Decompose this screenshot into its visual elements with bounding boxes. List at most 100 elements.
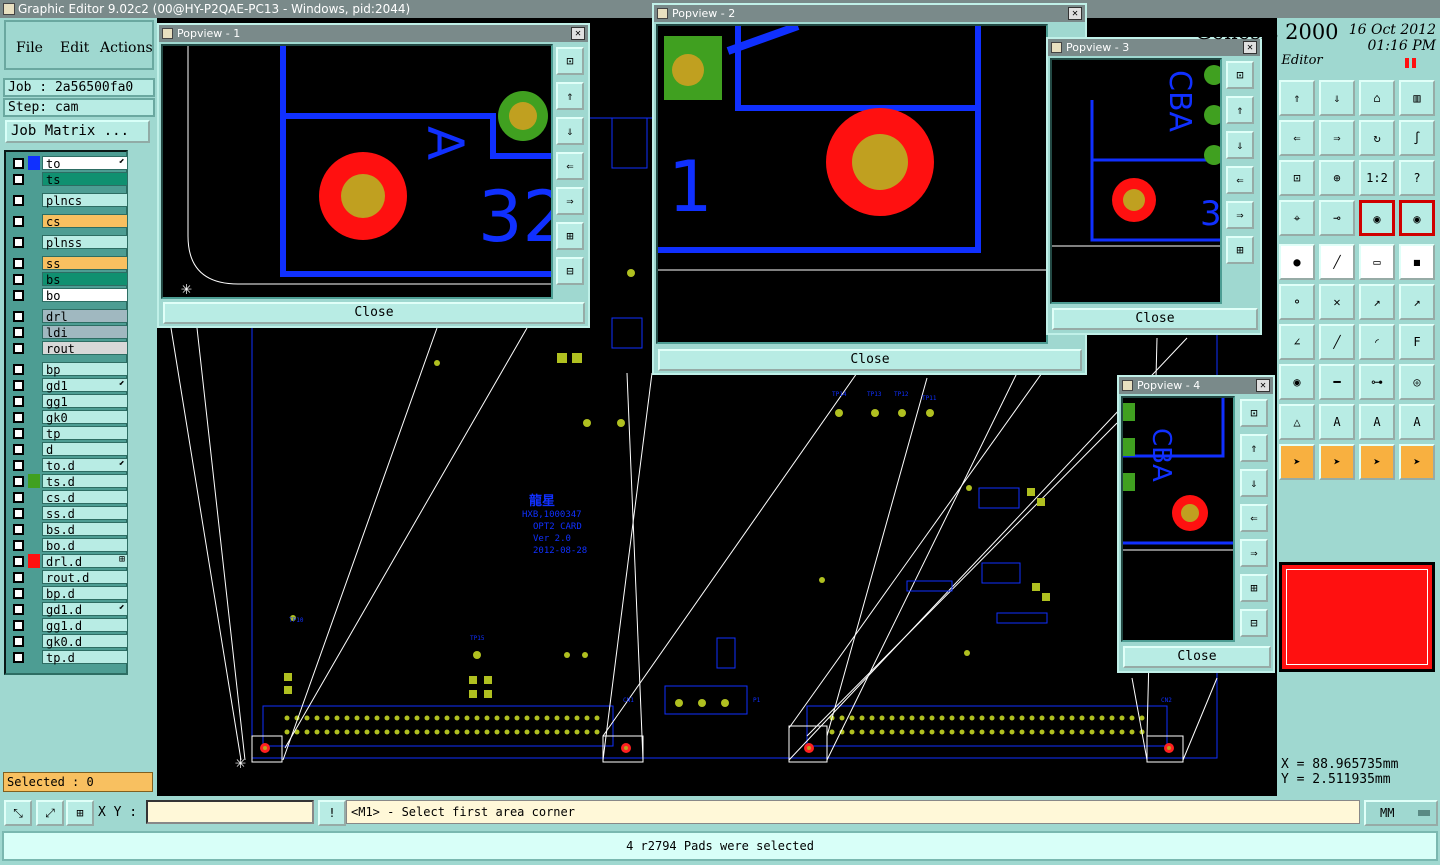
layer-name[interactable]: cs: [42, 214, 128, 229]
mirror-icon[interactable]: ∫: [1399, 120, 1435, 156]
layer-name[interactable]: bs.d: [42, 522, 128, 537]
overlay-icon[interactable]: ◎: [1399, 364, 1435, 400]
layer-row-tp-d[interactable]: tp.d: [9, 650, 128, 665]
p4-zoom-in-icon[interactable]: ⊞: [1240, 574, 1268, 602]
p1-zoom-in-icon[interactable]: ⊞: [556, 222, 584, 250]
layer-row-ss-d[interactable]: ss.d: [9, 506, 128, 521]
layer-name[interactable]: bp: [42, 362, 128, 377]
triangle-icon[interactable]: △: [1279, 404, 1315, 440]
layer-row-to-d[interactable]: to.d ⬋: [9, 458, 128, 473]
layer-row-cs-d[interactable]: cs.d: [9, 490, 128, 505]
layer-checkbox[interactable]: [13, 258, 24, 269]
layer-name[interactable]: gk0: [42, 410, 128, 425]
p4-pan-right-icon[interactable]: ⇒: [1240, 539, 1268, 567]
home-up-icon[interactable]: ⇑: [1279, 80, 1315, 116]
p4-pan-down-icon[interactable]: ⇓: [1240, 469, 1268, 497]
layer-row-bp[interactable]: bp: [9, 362, 128, 377]
layer-checkbox[interactable]: [13, 492, 24, 503]
pan-left-icon[interactable]: ⇐: [1279, 120, 1315, 156]
p1-pan-left-icon[interactable]: ⇐: [556, 152, 584, 180]
layer-name[interactable]: plnss: [42, 235, 128, 250]
popview-1[interactable]: Popview - 1 ✕ A 32 ✳ ⊡ ⇑ ⇓ ⇐ ⇒ ⊞ ⊟ Close: [157, 23, 590, 328]
layer-checkbox[interactable]: [13, 524, 24, 535]
layer-name[interactable]: ss: [42, 256, 128, 271]
move-pad-icon[interactable]: ↗: [1359, 284, 1395, 320]
layer-row-ts[interactable]: ts: [9, 172, 128, 187]
zoom-icon[interactable]: ⊕: [1319, 160, 1355, 196]
pad-blue-icon[interactable]: ◉: [1399, 200, 1435, 236]
layer-row-gd1[interactable]: gd1 ⬋: [9, 378, 128, 393]
help-icon[interactable]: ?: [1399, 160, 1435, 196]
measure-icon[interactable]: ⊸: [1319, 200, 1355, 236]
fit-icon[interactable]: ⊡: [1279, 160, 1315, 196]
layer-row-rout[interactable]: rout: [9, 341, 128, 356]
layer-name[interactable]: ss.d: [42, 506, 128, 521]
layer-name[interactable]: d: [42, 442, 128, 457]
layer-checkbox[interactable]: [13, 327, 24, 338]
layer-name[interactable]: to.d: [42, 458, 128, 473]
p1-zoom-out-icon[interactable]: ⊟: [556, 257, 584, 285]
layer-row-plncs[interactable]: plncs: [9, 193, 128, 208]
layer-checkbox[interactable]: [13, 460, 24, 471]
layer-checkbox[interactable]: [13, 396, 24, 407]
popview-3-close-button[interactable]: Close: [1052, 308, 1258, 330]
popview-3-view[interactable]: CBA 3: [1050, 58, 1222, 304]
p1-pan-right-icon[interactable]: ⇒: [556, 187, 584, 215]
layer-checkbox[interactable]: [13, 604, 24, 615]
layer-row-gk0-d[interactable]: gk0.d: [9, 634, 128, 649]
layer-checkbox[interactable]: [13, 428, 24, 439]
layer-row-cs[interactable]: cs: [9, 214, 128, 229]
layer-row-to[interactable]: to ⬋: [9, 156, 128, 171]
layer-row-bo-d[interactable]: bo.d: [9, 538, 128, 553]
layer-name[interactable]: gg1.d: [42, 618, 128, 633]
layer-name[interactable]: gd1.d: [42, 602, 128, 617]
layer-name[interactable]: ldi: [42, 325, 128, 340]
layer-name[interactable]: tp: [42, 426, 128, 441]
layer-row-ss[interactable]: ss: [9, 256, 128, 271]
layer-checkbox[interactable]: [13, 311, 24, 322]
cursor-net-icon[interactable]: ➤: [1399, 444, 1435, 480]
pan-right-icon[interactable]: ⇒: [1319, 120, 1355, 156]
p3-pan-left-icon[interactable]: ⇐: [1226, 166, 1254, 194]
p4-pan-left-icon[interactable]: ⇐: [1240, 504, 1268, 532]
layer-checkbox[interactable]: [13, 195, 24, 206]
layer-name[interactable]: plncs: [42, 193, 128, 208]
layer-checkbox[interactable]: [13, 540, 24, 551]
p3-zoom-home-icon[interactable]: ⊡: [1226, 61, 1254, 89]
layer-name[interactable]: gg1: [42, 394, 128, 409]
popview-1-close-x-icon[interactable]: ✕: [571, 27, 585, 40]
layer-name[interactable]: rout.d: [42, 570, 128, 585]
text-a2-icon[interactable]: A: [1359, 404, 1395, 440]
layer-name[interactable]: bp.d: [42, 586, 128, 601]
layer-row-gg1-d[interactable]: gg1.d: [9, 618, 128, 633]
p1-zoom-home-icon[interactable]: ⊡: [556, 47, 584, 75]
layer-row-drl-d[interactable]: drl.d ⊞: [9, 554, 128, 569]
home-icon[interactable]: ⌂: [1359, 80, 1395, 116]
layer-checkbox[interactable]: [13, 412, 24, 423]
layer-name[interactable]: ts.d: [42, 474, 128, 489]
p4-pan-up-icon[interactable]: ⇑: [1240, 434, 1268, 462]
cursor-icon[interactable]: ➤: [1279, 444, 1315, 480]
p3-pan-right-icon[interactable]: ⇒: [1226, 201, 1254, 229]
layer-row-gg1[interactable]: gg1: [9, 394, 128, 409]
layer-checkbox[interactable]: [13, 364, 24, 375]
p3-pan-down-icon[interactable]: ⇓: [1226, 131, 1254, 159]
layer-checkbox[interactable]: [13, 343, 24, 354]
popview-3[interactable]: Popview - 3 ✕ CBA 3 ⊡ ⇑ ⇓ ⇐ ⇒ ⊞ Close: [1046, 37, 1262, 335]
snap-mode-icon[interactable]: ⤡: [4, 800, 32, 826]
text-a-icon[interactable]: A: [1319, 404, 1355, 440]
menu-file[interactable]: File: [16, 40, 43, 56]
alert-icon[interactable]: !: [318, 800, 346, 826]
layer-checkbox[interactable]: [13, 652, 24, 663]
popview-2-view[interactable]: 1: [656, 24, 1048, 344]
popview-4[interactable]: Popview - 4 ✕ CBA ⊡ ⇑ ⇓ ⇐ ⇒ ⊞ ⊟ Close: [1117, 375, 1275, 673]
layer-checkbox[interactable]: [13, 636, 24, 647]
layer-checkbox[interactable]: [13, 556, 24, 567]
layer-row-d[interactable]: d: [9, 442, 128, 457]
slash-icon[interactable]: ╱: [1319, 324, 1355, 360]
popview-2[interactable]: Popview - 2 ✕ 1 Close: [652, 3, 1087, 375]
cursor-box-icon[interactable]: ➤: [1319, 444, 1355, 480]
layer-name[interactable]: gd1: [42, 378, 128, 393]
popview-1-view[interactable]: A 32 ✳: [161, 44, 553, 299]
layer-checkbox[interactable]: [13, 274, 24, 285]
